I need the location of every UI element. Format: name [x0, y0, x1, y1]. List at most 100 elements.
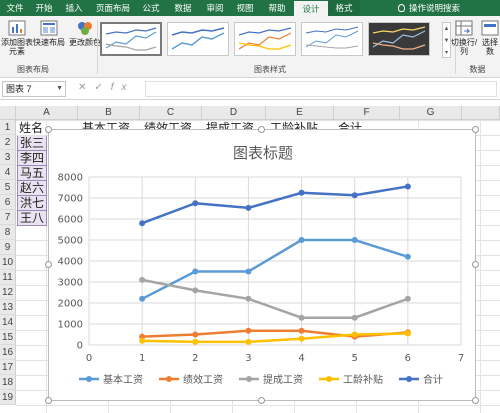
cell-a5[interactable]: 赵六 — [17, 181, 47, 196]
tab-design[interactable]: 设计 — [294, 0, 328, 16]
data-point[interactable] — [351, 237, 358, 243]
quick-layout-button[interactable]: 快速布局 — [32, 18, 66, 60]
data-point[interactable] — [192, 200, 199, 207]
row-header-4[interactable]: 4 — [0, 165, 16, 180]
resize-handle[interactable] — [258, 126, 265, 133]
tab-data[interactable]: 数据 — [166, 0, 200, 16]
chart-style-3[interactable] — [234, 22, 296, 56]
chart-style-4[interactable] — [301, 22, 363, 56]
chart-style-5[interactable] — [368, 22, 430, 56]
data-point[interactable] — [404, 295, 411, 302]
cancel-icon[interactable]: ✕ — [78, 82, 94, 93]
resize-handle[interactable] — [45, 261, 52, 268]
chevron-down-icon[interactable]: ▼ — [56, 82, 63, 96]
column-header-c[interactable]: C — [140, 106, 202, 120]
row-header-13[interactable]: 13 — [0, 300, 16, 315]
data-point[interactable] — [298, 314, 305, 321]
plot-series[interactable] — [139, 183, 411, 345]
legend-entry[interactable]: 工龄补贴 — [319, 373, 383, 386]
chart-style-2[interactable] — [167, 22, 229, 56]
data-point[interactable] — [404, 183, 411, 190]
data-point[interactable] — [245, 338, 252, 345]
row-header-12[interactable]: 12 — [0, 285, 16, 300]
resize-handle[interactable] — [258, 397, 265, 404]
legend-entry[interactable]: 基本工资 — [79, 373, 143, 386]
select-data-button[interactable]: 选择数 — [480, 18, 500, 60]
formula-input[interactable] — [145, 81, 497, 97]
select-all-corner[interactable] — [0, 106, 16, 120]
enter-icon[interactable]: ✓ — [94, 82, 110, 93]
tab-format[interactable]: 格式 — [328, 0, 360, 16]
column-header-f[interactable]: F — [334, 106, 400, 120]
data-point[interactable] — [192, 338, 199, 345]
resize-handle[interactable] — [472, 261, 479, 268]
row-header-10[interactable]: 10 — [0, 255, 16, 270]
data-point[interactable] — [298, 335, 305, 342]
resize-handle[interactable] — [472, 397, 479, 404]
data-point[interactable] — [404, 330, 411, 337]
data-point[interactable] — [298, 327, 305, 334]
tell-me-search[interactable]: 操作说明搜索 — [398, 0, 460, 16]
column-header-e[interactable]: E — [266, 106, 334, 120]
row-header-16[interactable]: 16 — [0, 345, 16, 360]
cell-a2[interactable]: 张三 — [17, 136, 47, 151]
tab-insert[interactable]: 插入 — [58, 0, 90, 16]
data-point[interactable] — [139, 295, 146, 302]
series-line[interactable] — [141, 238, 409, 300]
series-line[interactable] — [141, 185, 409, 225]
row-header-1[interactable]: 1 — [0, 120, 16, 135]
name-box[interactable]: 图表 7 ▼ — [2, 81, 66, 97]
tab-review[interactable]: 审阅 — [200, 0, 230, 16]
data-point[interactable] — [298, 189, 305, 196]
data-point[interactable] — [192, 331, 199, 338]
row-header-18[interactable]: 18 — [0, 375, 16, 390]
data-point[interactable] — [351, 192, 358, 199]
data-point[interactable] — [298, 237, 305, 243]
cell-a3[interactable]: 李四 — [17, 151, 47, 166]
row-header-15[interactable]: 15 — [0, 330, 16, 345]
data-point[interactable] — [245, 204, 252, 211]
chart-style-1[interactable] — [100, 22, 162, 56]
row-header-19[interactable]: 19 — [0, 390, 16, 405]
row-header-5[interactable]: 5 — [0, 180, 16, 195]
row-header-2[interactable]: 2 — [0, 135, 16, 150]
data-point[interactable] — [192, 287, 199, 294]
data-point[interactable] — [245, 295, 252, 302]
chart-legend[interactable]: 基本工资 绩效工资 提成工资 工龄补贴 合计 — [79, 373, 443, 386]
tab-file[interactable]: 文件 — [0, 0, 30, 16]
data-point[interactable] — [192, 268, 199, 275]
tab-help[interactable]: 帮助 — [260, 0, 294, 16]
row-header-8[interactable]: 8 — [0, 225, 16, 240]
column-header-a[interactable]: A — [16, 106, 78, 120]
cell-a4[interactable]: 马五 — [17, 166, 47, 181]
row-header-7[interactable]: 7 — [0, 210, 16, 225]
legend-entry[interactable]: 绩效工资 — [159, 373, 223, 386]
series-line[interactable] — [141, 278, 409, 319]
data-point[interactable] — [139, 276, 146, 283]
data-point[interactable] — [351, 314, 358, 321]
legend-entry[interactable]: 提成工资 — [239, 374, 303, 386]
cell-a6[interactable]: 洪七 — [17, 196, 47, 211]
row-header-17[interactable]: 17 — [0, 360, 16, 375]
row-header-9[interactable]: 9 — [0, 240, 16, 255]
series-3[interactable] — [139, 276, 411, 321]
tab-home[interactable]: 开始 — [30, 0, 58, 16]
column-header-d[interactable]: D — [202, 106, 266, 120]
row-header-6[interactable]: 6 — [0, 195, 16, 210]
tab-view[interactable]: 视图 — [230, 0, 260, 16]
legend-entry[interactable]: 合计 — [399, 373, 443, 386]
cell-a1[interactable]: 姓名 — [17, 121, 47, 136]
row-header-14[interactable]: 14 — [0, 315, 16, 330]
resize-handle[interactable] — [45, 126, 52, 133]
series-5[interactable] — [139, 183, 411, 227]
row-header-11[interactable]: 11 — [0, 270, 16, 285]
series-1[interactable] — [139, 237, 411, 302]
fx-icon[interactable]: fx — [111, 82, 135, 93]
cell-a7[interactable]: 王八 — [17, 211, 47, 226]
add-chart-element-button[interactable]: 添加图表元素 — [0, 18, 34, 60]
tab-formulas[interactable]: 公式 — [136, 0, 166, 16]
data-point[interactable] — [245, 268, 252, 275]
chart-object[interactable]: 图表标题 0 1000 2000 3000 4000 5000 6000 7000 8000 0… — [48, 129, 476, 401]
switch-row-column-button[interactable]: 切换行/列 — [447, 18, 481, 60]
chart-title[interactable]: 图表标题 — [233, 144, 293, 162]
